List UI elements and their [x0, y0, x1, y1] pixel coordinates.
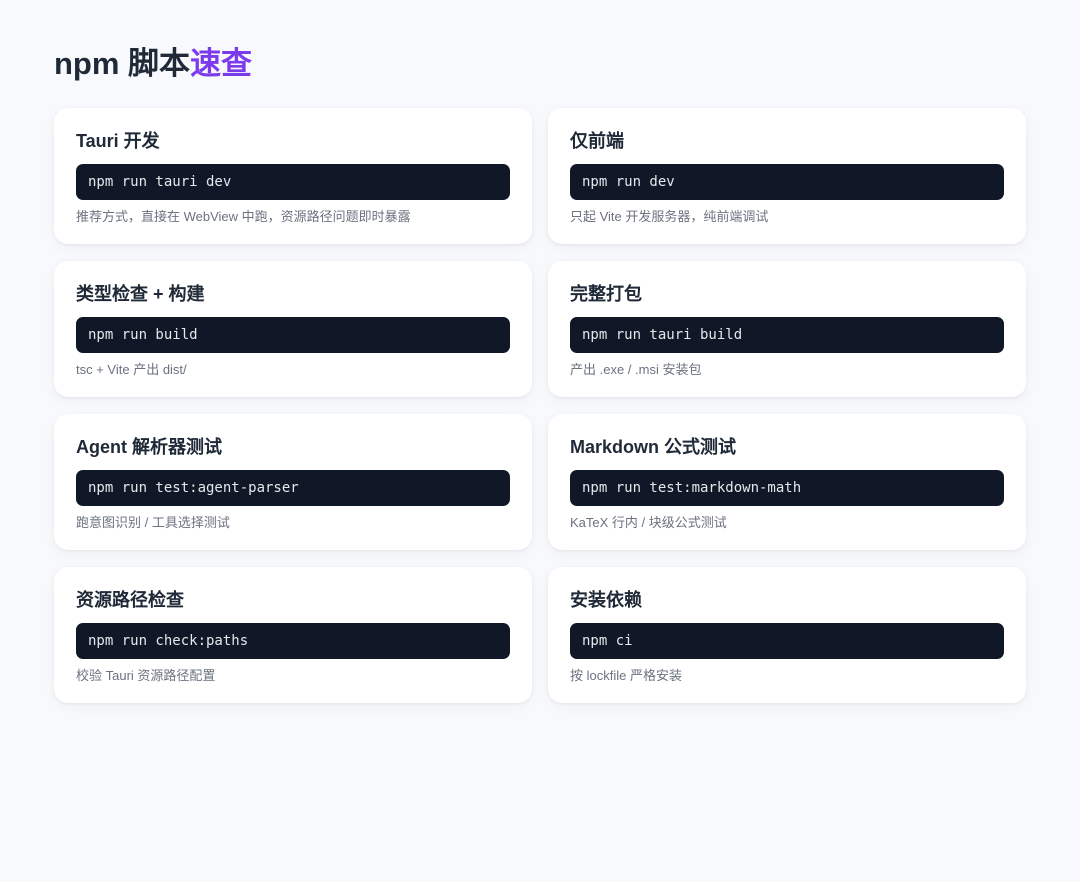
card-title: 资源路径检查 — [76, 590, 184, 610]
command-snippet[interactable]: npm run test:agent-parser — [76, 470, 510, 506]
script-card-frontend-only: 仅前端 npm run dev 只起 Vite 开发服务器，纯前端调试 — [548, 108, 1026, 244]
page-title-main: npm 脚本 — [54, 46, 191, 81]
card-description: 按 lockfile 严格安装 — [570, 668, 682, 683]
script-card-full-package: 完整打包 npm run tauri build 产出 .exe / .msi … — [548, 261, 1026, 397]
card-description: tsc + Vite 产出 dist/ — [76, 362, 187, 377]
command-snippet[interactable]: npm ci — [570, 623, 1004, 659]
card-title: Markdown 公式测试 — [570, 437, 737, 457]
command-snippet[interactable]: npm run build — [76, 317, 510, 353]
script-card-install-deps: 安装依赖 npm ci 按 lockfile 严格安装 — [548, 567, 1026, 703]
card-description: 跑意图识别 / 工具选择测试 — [76, 515, 230, 530]
command-snippet[interactable]: npm run tauri dev — [76, 164, 510, 200]
card-title: 仅前端 — [570, 131, 624, 151]
command-snippet[interactable]: npm run check:paths — [76, 623, 510, 659]
card-title: Tauri 开发 — [76, 131, 160, 151]
page-title-accent: 速查 — [190, 46, 253, 81]
script-card-tauri-dev: Tauri 开发 npm run tauri dev 推荐方式，直接在 WebV… — [54, 108, 532, 244]
card-description: 推荐方式，直接在 WebView 中跑，资源路径问题即时暴露 — [76, 209, 411, 224]
command-snippet[interactable]: npm run dev — [570, 164, 1004, 200]
page-title: npm 脚本速查 — [54, 44, 1026, 84]
script-card-check-paths: 资源路径检查 npm run check:paths 校验 Tauri 资源路径… — [54, 567, 532, 703]
script-card-markdown-math-test: Markdown 公式测试 npm run test:markdown-math… — [548, 414, 1026, 550]
card-title: 安装依赖 — [570, 590, 642, 610]
card-description: 校验 Tauri 资源路径配置 — [76, 668, 216, 683]
card-title: Agent 解析器测试 — [76, 437, 222, 457]
script-card-grid: Tauri 开发 npm run tauri dev 推荐方式，直接在 WebV… — [54, 108, 1026, 703]
script-card-typecheck-build: 类型检查 + 构建 npm run build tsc + Vite 产出 di… — [54, 261, 532, 397]
card-description: KaTeX 行内 / 块级公式测试 — [570, 515, 727, 530]
command-snippet[interactable]: npm run tauri build — [570, 317, 1004, 353]
card-title: 类型检查 + 构建 — [76, 284, 205, 304]
script-card-agent-parser-test: Agent 解析器测试 npm run test:agent-parser 跑意… — [54, 414, 532, 550]
card-title: 完整打包 — [570, 284, 642, 304]
card-description: 产出 .exe / .msi 安装包 — [570, 362, 702, 377]
command-snippet[interactable]: npm run test:markdown-math — [570, 470, 1004, 506]
card-description: 只起 Vite 开发服务器，纯前端调试 — [570, 209, 769, 224]
page: npm 脚本速查 Tauri 开发 npm run tauri dev 推荐方式… — [0, 0, 1080, 882]
